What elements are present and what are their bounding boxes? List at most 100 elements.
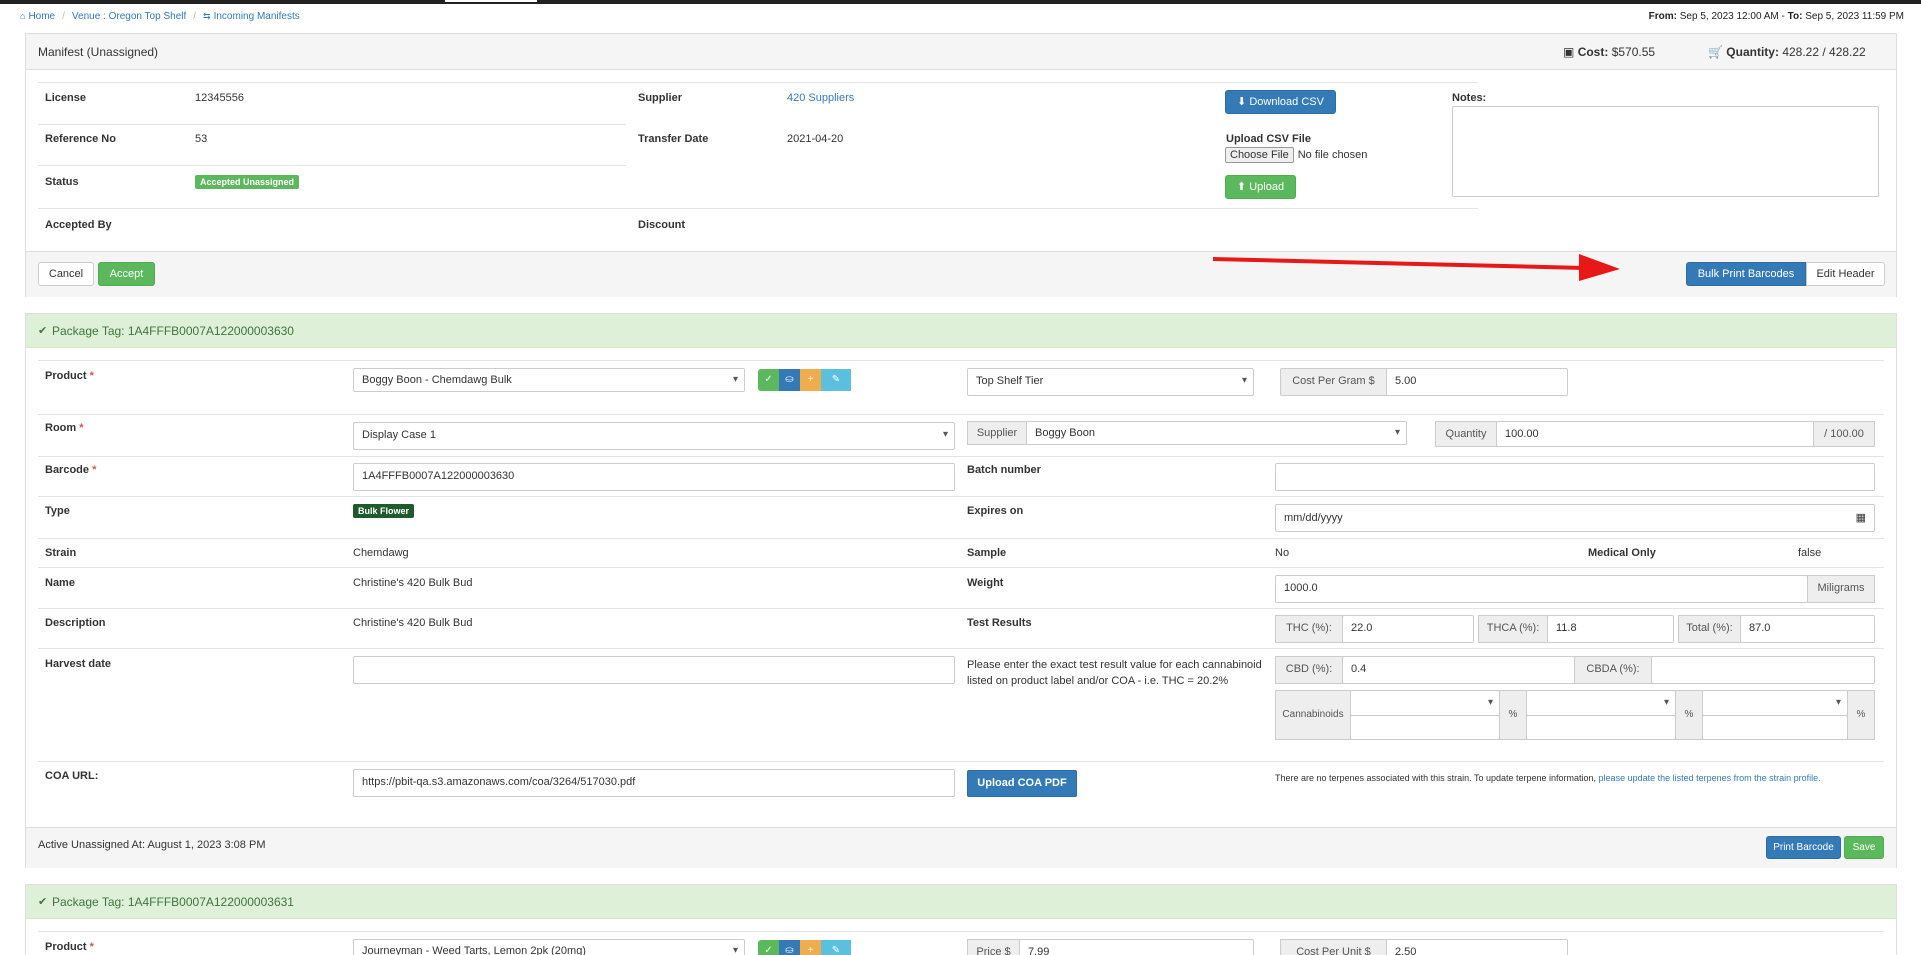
cannabinoid-value-1[interactable] (1350, 715, 1500, 740)
license-value: 12345556 (195, 92, 244, 104)
check-icon[interactable]: ✓ (758, 940, 779, 955)
choose-file-button[interactable]: Choose File (1225, 147, 1294, 163)
sample-label: Sample (967, 547, 1007, 559)
cost-per-unit-input[interactable]: 2.50 (1386, 939, 1568, 955)
description-label: Description (45, 617, 106, 629)
check-circle-icon: ✔ (38, 896, 48, 908)
reference-label: Reference No (45, 133, 116, 145)
status-label: Status (45, 176, 79, 188)
product-select-2[interactable]: Journeyman - Weed Tarts, Lemon 2pk (20mg… (353, 939, 745, 955)
check-circle-icon: ✔ (38, 325, 48, 337)
plus-icon[interactable]: + (800, 940, 821, 955)
cbd-input[interactable]: 0.4 (1342, 656, 1575, 684)
name-label: Name (45, 577, 75, 589)
cbd-addon: CBD (%): (1275, 656, 1343, 684)
package-panel-1: ✔ Package Tag: 1A4FFFB0007A122000003630 … (25, 313, 1897, 868)
room-select[interactable]: Display Case 1 (353, 422, 955, 450)
batch-input[interactable] (1275, 463, 1875, 491)
notes-label: Notes: (1452, 92, 1487, 104)
cannabinoid-select-2[interactable] (1526, 690, 1676, 716)
pencil-icon[interactable]: ✎ (821, 940, 851, 955)
type-label: Type (45, 505, 70, 517)
thca-input[interactable]: 11.8 (1547, 615, 1674, 643)
file-input[interactable]: Choose File No file chosen (1225, 147, 1367, 163)
harvest-date-input[interactable] (353, 656, 955, 684)
percent-addon-1: % (1499, 690, 1527, 740)
cannabinoid-value-2[interactable] (1526, 715, 1676, 740)
upload-coa-button[interactable]: Upload COA PDF (967, 770, 1077, 797)
download-csv-button[interactable]: ⬇ Download CSV (1225, 90, 1336, 114)
plus-icon[interactable]: + (800, 369, 821, 391)
supplier-link[interactable]: 420 Suppliers (787, 92, 854, 104)
thc-addon: THC (%): (1275, 615, 1343, 643)
terpene-note: There are no terpenes associated with th… (1275, 773, 1821, 783)
truck-icon[interactable]: ⛀ (779, 940, 800, 955)
price-input[interactable]: 7.99 (1019, 939, 1254, 955)
cbda-input[interactable] (1651, 656, 1875, 684)
save-button[interactable]: Save (1844, 836, 1884, 859)
pencil-icon[interactable]: ✎ (821, 369, 851, 391)
truck-icon[interactable]: ⛀ (779, 369, 800, 391)
description-value: Christine's 420 Bulk Bud (353, 617, 473, 629)
accepted-by-label: Accepted By (45, 219, 112, 231)
room-label: Room * (45, 422, 84, 434)
accept-button[interactable]: Accept (98, 262, 155, 286)
cannabinoids-addon: Cannabinoids (1275, 690, 1351, 740)
coa-url-label: COA URL: (45, 770, 99, 782)
upload-button[interactable]: ⬆ Upload (1225, 175, 1296, 199)
cancel-button[interactable]: Cancel (38, 262, 94, 286)
breadcrumb-incoming[interactable]: ⇆ Incoming Manifests (203, 11, 300, 22)
coa-url-input[interactable]: https://pbit-qa.s3.amazonaws.com/coa/326… (353, 769, 955, 797)
total-input[interactable]: 87.0 (1740, 615, 1875, 643)
name-value: Christine's 420 Bulk Bud (353, 577, 473, 589)
manifest-quantity: 🛒 Quantity: 428.22 / 428.22 (1708, 45, 1866, 59)
product-select[interactable]: Boggy Boon - Chemdawg Bulk (353, 368, 745, 392)
quantity-addon: Quantity (1435, 421, 1497, 447)
total-addon: Total (%): (1678, 615, 1741, 643)
notes-textarea[interactable] (1452, 106, 1879, 197)
percent-addon-3: % (1847, 690, 1875, 740)
supplier-select[interactable]: Boggy Boon (1026, 421, 1407, 445)
quantity-total: / 100.00 (1813, 421, 1875, 447)
print-barcode-button[interactable]: Print Barcode (1766, 836, 1841, 859)
package-header-1: ✔ Package Tag: 1A4FFFB0007A122000003630 (26, 314, 1896, 348)
edit-header-button[interactable]: Edit Header (1806, 262, 1885, 286)
cost-per-unit-addon: Cost Per Unit $ (1280, 939, 1387, 955)
package-footer-1: Active Unassigned At: August 1, 2023 3:0… (26, 827, 1896, 868)
breadcrumb-home[interactable]: ⌂ Home (20, 11, 55, 22)
barcode-label: Barcode * (45, 464, 97, 476)
file-status: No file chosen (1297, 149, 1368, 161)
percent-addon-2: % (1675, 690, 1703, 740)
cbda-addon: CBDA (%): (1574, 656, 1652, 684)
product-action-buttons-2: ✓ ⛀ + ✎ (758, 940, 863, 955)
exchange-icon: ⇆ (203, 11, 211, 21)
weight-unit: Miligrams (1807, 575, 1875, 603)
expires-date-input[interactable]: mm/dd/yyyy ▦ (1275, 504, 1875, 532)
batch-label: Batch number (967, 464, 1041, 476)
cart-icon: 🛒 (1708, 45, 1723, 59)
weight-input[interactable]: 1000.0 (1275, 575, 1808, 603)
cost-per-gram-input[interactable]: 5.00 (1386, 368, 1568, 396)
download-icon: ⬇ (1237, 96, 1247, 108)
thc-input[interactable]: 22.0 (1342, 615, 1474, 643)
cannabinoid-value-3[interactable] (1702, 715, 1848, 740)
bulk-print-barcodes-button[interactable]: Bulk Print Barcodes (1686, 262, 1806, 286)
quantity-input[interactable]: 100.00 (1496, 421, 1814, 447)
active-tab-indicator (445, 0, 537, 2)
tier-select[interactable]: Top Shelf Tier (967, 368, 1254, 396)
breadcrumb-venue[interactable]: Venue : Oregon Top Shelf (72, 11, 186, 22)
cannabinoid-select-1[interactable] (1350, 690, 1500, 716)
discount-label: Discount (638, 219, 686, 231)
calendar-icon[interactable]: ▦ (1856, 505, 1866, 531)
manifest-title: Manifest (Unassigned) (38, 45, 159, 59)
date-range[interactable]: From: Sep 5, 2023 12:00 AM - To: Sep 5, … (1649, 11, 1904, 22)
type-badge: Bulk Flower (353, 504, 415, 518)
cannabinoid-select-3[interactable] (1702, 690, 1848, 716)
supplier-addon: Supplier (967, 421, 1027, 445)
check-icon[interactable]: ✓ (758, 369, 779, 391)
product-label: Product * (45, 370, 94, 382)
status-badge: Accepted Unassigned (195, 175, 300, 189)
barcode-input[interactable]: 1A4FFFB0007A122000003630 (353, 463, 955, 491)
upload-csv-label: Upload CSV File (1226, 133, 1311, 145)
terpene-profile-link[interactable]: please update the listed terpenes from t… (1599, 773, 1821, 783)
